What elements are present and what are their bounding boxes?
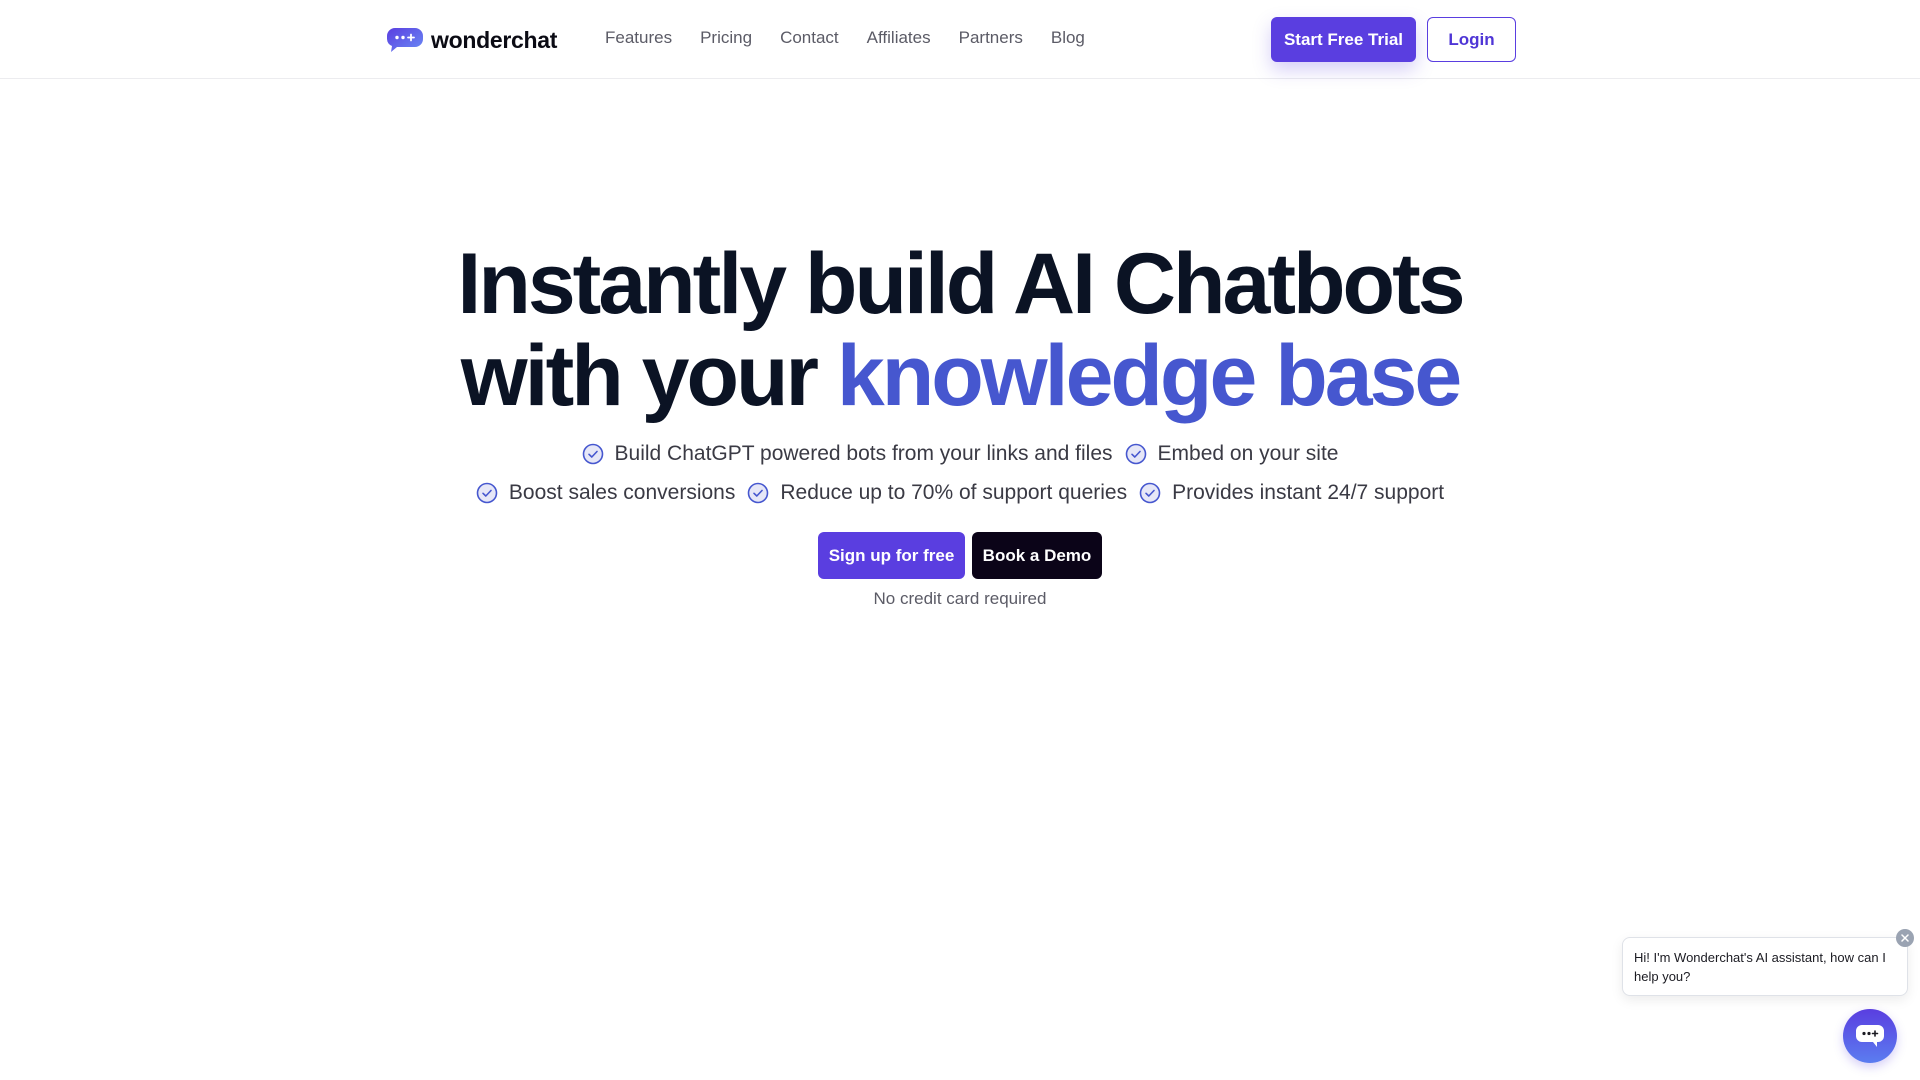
feature-text: Boost sales conversions	[508, 481, 736, 504]
headline-line-2-prefix: with your	[460, 328, 837, 424]
feature-item: Build ChatGPT powered bots from your lin…	[582, 442, 1113, 466]
top-navbar: wonderchat Features Pricing Contact Affi…	[0, 0, 1920, 79]
cta-buttons: Sign up for free Book a Demo	[0, 532, 1920, 579]
start-free-trial-button[interactable]: Start Free Trial	[1271, 17, 1416, 62]
feature-item: Reduce up to 70% of support queries	[747, 481, 1127, 505]
feature-text: Reduce up to 70% of support queries	[780, 481, 1128, 504]
book-demo-button[interactable]: Book a Demo	[972, 532, 1102, 579]
nav-link-pricing[interactable]: Pricing	[700, 28, 752, 48]
brand-name: wonderchat	[431, 26, 558, 53]
feature-list-row-2: Boost sales conversions Reduce up to 70%…	[0, 481, 1920, 505]
login-button[interactable]: Login	[1427, 17, 1516, 62]
chat-bubble-icon	[1856, 1025, 1884, 1047]
nav-link-partners[interactable]: Partners	[959, 28, 1023, 48]
close-icon	[1901, 934, 1909, 942]
nav-link-features[interactable]: Features	[605, 28, 672, 48]
headline-accent: knowledge base	[836, 328, 1462, 424]
check-circle-icon	[582, 443, 603, 465]
feature-text: Provides instant 24/7 support	[1172, 481, 1445, 504]
check-circle-icon	[476, 482, 498, 504]
nav-link-affiliates[interactable]: Affiliates	[867, 28, 931, 48]
hero-headline: Instantly build AI Chatbots with your kn…	[0, 238, 1920, 422]
nav-link-contact[interactable]: Contact	[780, 28, 839, 48]
feature-text: Build ChatGPT powered bots from your lin…	[614, 442, 1113, 465]
check-circle-icon	[748, 482, 769, 504]
no-credit-card-note: No credit card required	[873, 589, 1047, 608]
nav-link-blog[interactable]: Blog	[1051, 28, 1085, 48]
sign-up-button[interactable]: Sign up for free	[818, 532, 965, 579]
chat-greeting-bubble[interactable]: Hi! I'm Wonderchat's AI assistant, how c…	[1622, 937, 1908, 996]
check-circle-icon	[1125, 443, 1146, 465]
feature-item: Embed on your site	[1125, 442, 1339, 466]
chat-close-button[interactable]	[1896, 929, 1914, 947]
feature-list-row-1: Build ChatGPT powered bots from your lin…	[0, 442, 1920, 466]
logo-link[interactable]: wonderchat	[387, 25, 557, 55]
nav-links: Features Pricing Contact Affiliates Part…	[605, 28, 1085, 48]
feature-item: Provides instant 24/7 support	[1139, 481, 1444, 505]
check-circle-icon	[1139, 482, 1161, 504]
feature-item: Boost sales conversions	[476, 481, 735, 505]
chat-bubble-logo-icon	[387, 28, 423, 52]
chat-greeting-text: Hi! I'm Wonderchat's AI assistant, how c…	[1634, 950, 1886, 984]
headline-line-1: Instantly build AI Chatbots	[457, 236, 1465, 332]
feature-text: Embed on your site	[1157, 442, 1339, 465]
chat-launcher-button[interactable]	[1843, 1009, 1897, 1063]
